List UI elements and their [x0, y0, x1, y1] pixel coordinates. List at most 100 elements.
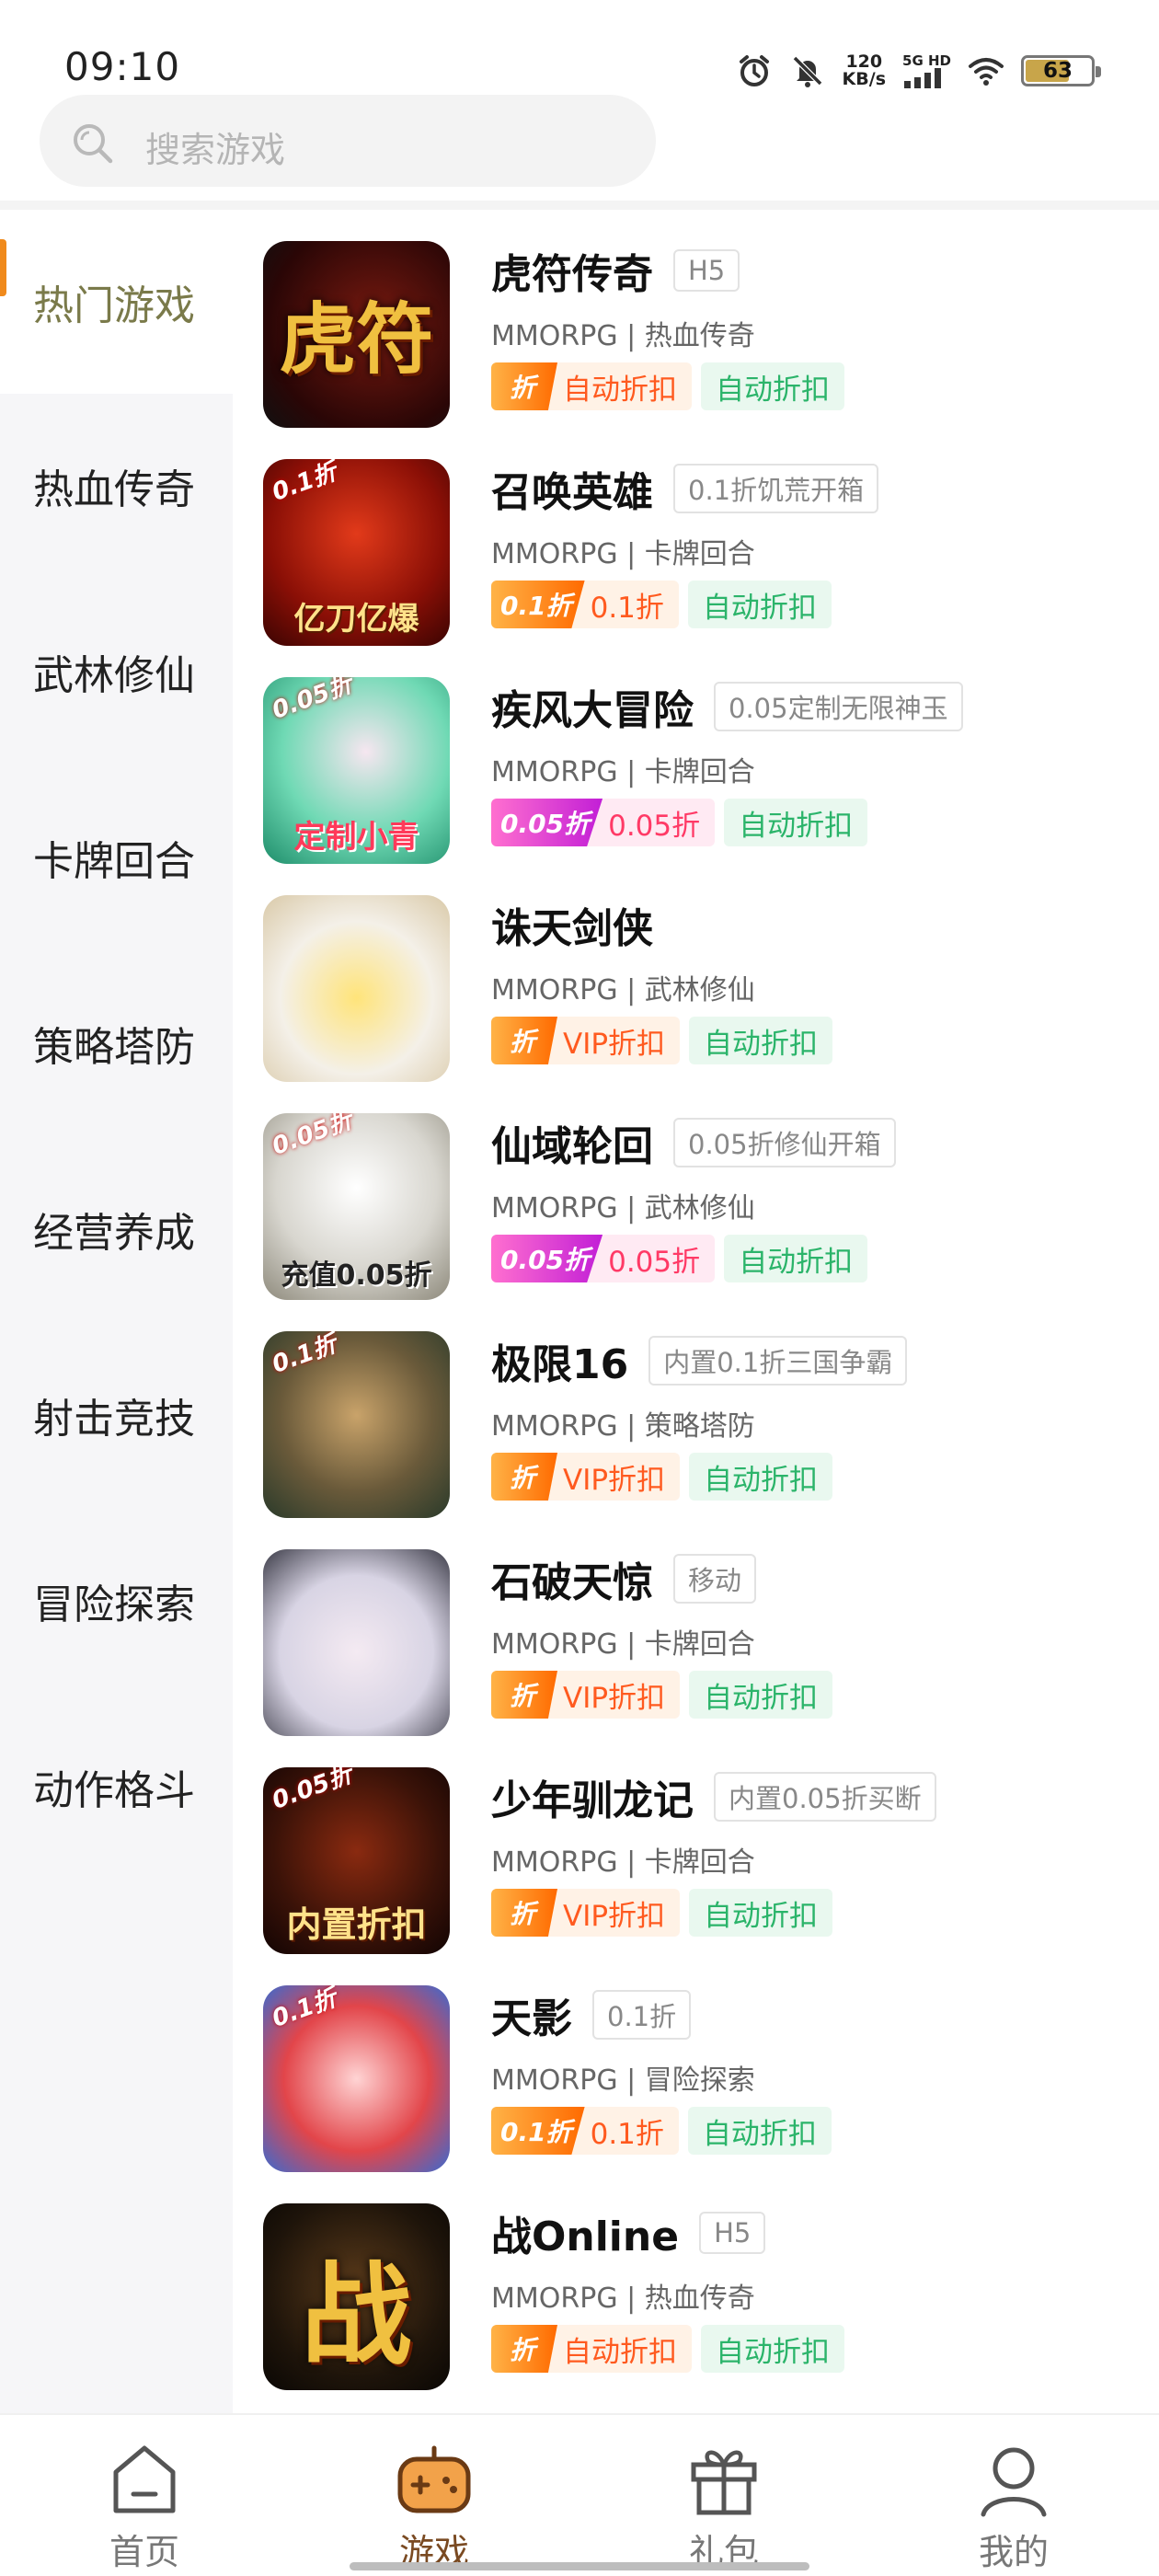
- sidebar-item-card[interactable]: 卡牌回合: [0, 765, 233, 949]
- nav-profile[interactable]: 我的: [940, 2437, 1087, 2575]
- game-icon[interactable]: 虎符: [263, 241, 450, 428]
- game-tag: 0.05折修仙开箱: [673, 1118, 896, 1167]
- discount-icon: 折: [491, 1671, 557, 1719]
- discount-text: 0.1折: [590, 591, 664, 625]
- game-list-item[interactable]: 虎符 虎符传奇 H5 MMORPG | 热血传奇 折 自动折扣 自动折扣: [233, 210, 1159, 428]
- status-bar: 09:10 120 KB/s 5G HD 63: [0, 0, 1159, 92]
- game-icon[interactable]: 0.05折 充值0.05折: [263, 1113, 450, 1300]
- sidebar-item-shooter[interactable]: 射击竞技: [0, 1323, 233, 1507]
- game-list-item[interactable]: 0.1折 亿刀亿爆 召唤英雄 0.1折饥荒开箱 MMORPG | 卡牌回合 0.…: [233, 428, 1159, 646]
- game-icon[interactable]: [263, 895, 450, 1082]
- sidebar-item-adventure[interactable]: 冒险探索: [0, 1509, 233, 1693]
- game-list-item[interactable]: 0.05折 定制小青 疾风大冒险 0.05定制无限神玉 MMORPG | 卡牌回…: [233, 646, 1159, 864]
- game-icon[interactable]: 0.1折: [263, 1985, 450, 2172]
- discount-badge: 折 VIP折扣: [491, 1889, 681, 1937]
- discount-badge: 折 自动折扣: [491, 362, 692, 410]
- auto-discount-badge: 自动折扣: [689, 1453, 833, 1501]
- game-genre: MMORPG | 冒险探索: [491, 2064, 755, 2097]
- discount-text: VIP折扣: [563, 1899, 666, 1933]
- game-icon[interactable]: 0.05折 定制小青: [263, 677, 450, 864]
- game-tag: 0.05定制无限神玉: [714, 682, 963, 731]
- game-genre: MMORPG | 卡牌回合: [491, 538, 755, 570]
- gift-icon: [691, 2450, 757, 2515]
- cellular-signal: 5G HD: [902, 53, 951, 88]
- game-genre: MMORPG | 卡牌回合: [491, 1628, 755, 1661]
- signal-bars-icon: [904, 67, 942, 88]
- discount-icon: 0.1折: [491, 2107, 585, 2155]
- auto-discount-badge: 自动折扣: [701, 362, 844, 410]
- search-input[interactable]: 搜索游戏: [40, 95, 656, 187]
- sidebar-item-label: 动作格斗: [33, 1767, 195, 1814]
- game-title: 石破天惊: [491, 1559, 653, 1606]
- discount-badge: 0.1折 0.1折: [491, 2107, 679, 2155]
- game-list-item[interactable]: 0.05折 充值0.05折 仙域轮回 0.05折修仙开箱 MMORPG | 武林…: [233, 1082, 1159, 1300]
- game-icon[interactable]: 0.1折: [263, 1331, 450, 1518]
- auto-discount-badge: 自动折扣: [689, 1889, 833, 1937]
- sidebar-item-label: 冒险探索: [33, 1581, 195, 1628]
- game-list-item[interactable]: 战 战Online H5 MMORPG | 热血传奇 折 自动折扣 自动折扣: [233, 2172, 1159, 2390]
- sidebar-item-simulation[interactable]: 经营养成: [0, 1137, 233, 1321]
- game-title: 天影: [491, 1995, 572, 2042]
- badge-line: 折 VIP折扣 自动折扣: [491, 1888, 833, 1938]
- game-list-item[interactable]: 0.1折 极限16 内置0.1折三国争霸 MMORPG | 策略塔防 折 VIP…: [233, 1300, 1159, 1518]
- discount-icon: 折: [491, 362, 557, 410]
- game-title-line: 召唤英雄 0.1折饥荒开箱: [491, 461, 879, 516]
- badge-line: 折 VIP折扣 自动折扣: [491, 1670, 833, 1719]
- discount-badge: 0.05折 0.05折: [491, 799, 716, 846]
- sidebar-item-legend[interactable]: 热血传奇: [0, 394, 233, 578]
- game-icon[interactable]: [263, 1549, 450, 1736]
- discount-icon: 折: [491, 2325, 557, 2373]
- game-list-item[interactable]: 0.1折 天影 0.1折 MMORPG | 冒险探索 0.1折 0.1折 自动折…: [233, 1954, 1159, 2172]
- discount-icon: 0.05折: [491, 1235, 603, 1282]
- nav-label: 我的: [978, 2532, 1049, 2572]
- discount-icon: 折: [491, 1017, 557, 1064]
- game-list-item[interactable]: 石破天惊 移动 MMORPG | 卡牌回合 折 VIP折扣 自动折扣: [233, 1518, 1159, 1736]
- game-title: 召唤英雄: [491, 469, 653, 516]
- home-indicator[interactable]: [350, 2562, 809, 2570]
- sidebar-item-hot-games[interactable]: 热门游戏: [0, 210, 233, 394]
- nav-games[interactable]: 游戏: [361, 2437, 508, 2575]
- discount-text: VIP折扣: [563, 1027, 666, 1061]
- auto-discount-badge: 自动折扣: [724, 799, 868, 846]
- game-title: 极限16: [491, 1341, 629, 1388]
- game-icon-caption: 定制小青: [293, 819, 419, 856]
- game-icon-art: [263, 895, 450, 1082]
- game-icon[interactable]: 战: [263, 2203, 450, 2390]
- badge-line: 折 VIP折扣 自动折扣: [491, 1452, 833, 1501]
- game-genre: MMORPG | 策略塔防: [491, 1410, 755, 1443]
- game-icon-art: [263, 1549, 450, 1736]
- game-tag: 内置0.1折三国争霸: [648, 1336, 908, 1386]
- sidebar-item-wuxia[interactable]: 武林修仙: [0, 580, 233, 764]
- game-title: 诛天剑侠: [491, 905, 653, 952]
- game-title-line: 诛天剑侠: [491, 897, 653, 952]
- sidebar-item-label: 卡牌回合: [33, 838, 195, 885]
- nav-gifts[interactable]: 礼包: [650, 2437, 798, 2575]
- sidebar-item-label: 策略塔防: [33, 1024, 195, 1071]
- discount-text: VIP折扣: [563, 1463, 666, 1497]
- game-genre: MMORPG | 武林修仙: [491, 974, 755, 1006]
- sidebar-item-strategy[interactable]: 策略塔防: [0, 951, 233, 1135]
- game-tag: 移动: [673, 1554, 757, 1604]
- game-icon[interactable]: 0.1折 亿刀亿爆: [263, 459, 450, 646]
- battery-icon: 63: [1021, 55, 1101, 86]
- status-icons: 120 KB/s 5G HD 63: [736, 48, 1101, 94]
- badge-line: 0.1折 0.1折 自动折扣: [491, 580, 832, 629]
- game-title-line: 疾风大冒险 0.05定制无限神玉: [491, 679, 963, 734]
- status-time: 09:10: [64, 44, 181, 89]
- nav-label: 首页: [109, 2532, 179, 2572]
- game-icon-logo: 虎符: [279, 293, 434, 385]
- auto-discount-badge: 自动折扣: [689, 1671, 833, 1719]
- game-list-item[interactable]: 0.05折 内置折扣 少年驯龙记 内置0.05折买断 MMORPG | 卡牌回合…: [233, 1736, 1159, 1954]
- game-icon[interactable]: 0.05折 内置折扣: [263, 1767, 450, 1954]
- battery-level: 63: [1042, 59, 1073, 83]
- game-genre: MMORPG | 热血传奇: [491, 320, 755, 352]
- category-sidebar: 热门游戏 热血传奇 武林修仙 卡牌回合 策略塔防 经营养成 射击竞技 冒险探索 …: [0, 210, 233, 2413]
- game-list-item[interactable]: 诛天剑侠 MMORPG | 武林修仙 折 VIP折扣 自动折扣: [233, 864, 1159, 1082]
- sidebar-item-action[interactable]: 动作格斗: [0, 1695, 233, 1879]
- discount-icon: 折: [491, 1889, 557, 1937]
- game-tag: 0.1折: [592, 1990, 692, 2040]
- game-title-line: 战Online H5: [491, 2205, 766, 2260]
- nav-home[interactable]: 首页: [71, 2437, 218, 2575]
- gamepad-icon: [397, 2445, 471, 2513]
- sidebar-item-label: 热门游戏: [33, 282, 195, 329]
